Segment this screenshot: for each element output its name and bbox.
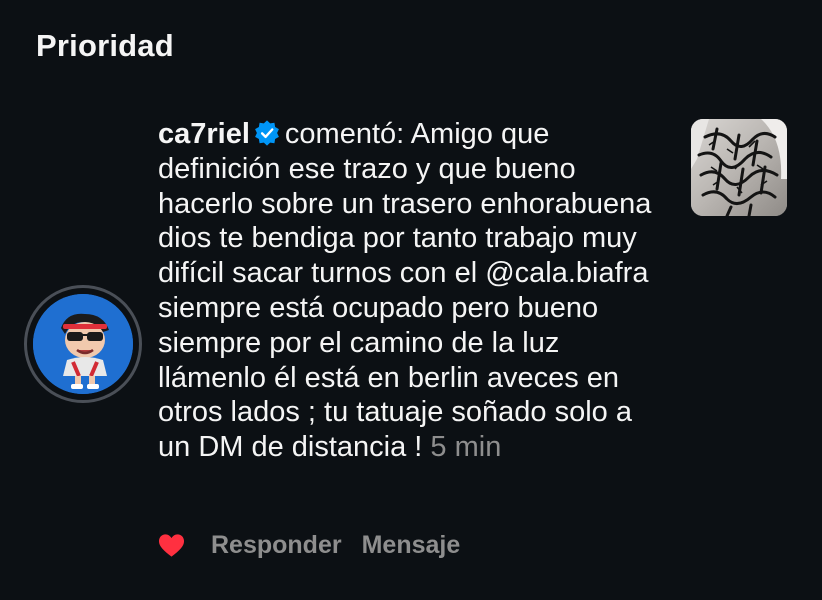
verified-badge-icon (255, 120, 279, 146)
username-link[interactable]: ca7riel (158, 118, 250, 150)
comment-body-part-2: siempre está ocupado pero bueno siempre … (158, 291, 632, 464)
actions-row: Responder Mensaje (158, 528, 480, 562)
activity-screen: Prioridad ca7riel comentó: Amigo que def… (0, 0, 822, 600)
mention-link[interactable]: @cala.biafra (485, 257, 648, 289)
user-avatar[interactable] (24, 285, 142, 403)
section-title: Prioridad (36, 28, 174, 63)
avatar-image (33, 294, 133, 394)
heart-icon[interactable] (158, 533, 185, 558)
action-verb: comentó: (284, 118, 405, 150)
tattoo-photo-thumbnail-icon (691, 119, 787, 216)
post-thumbnail[interactable] (691, 119, 787, 216)
message-button[interactable]: Mensaje (362, 531, 461, 560)
reply-button[interactable]: Responder (211, 531, 342, 560)
notification-text: ca7riel comentó: Amigo que definición es… (158, 117, 668, 465)
timestamp: 5 min (430, 431, 502, 464)
